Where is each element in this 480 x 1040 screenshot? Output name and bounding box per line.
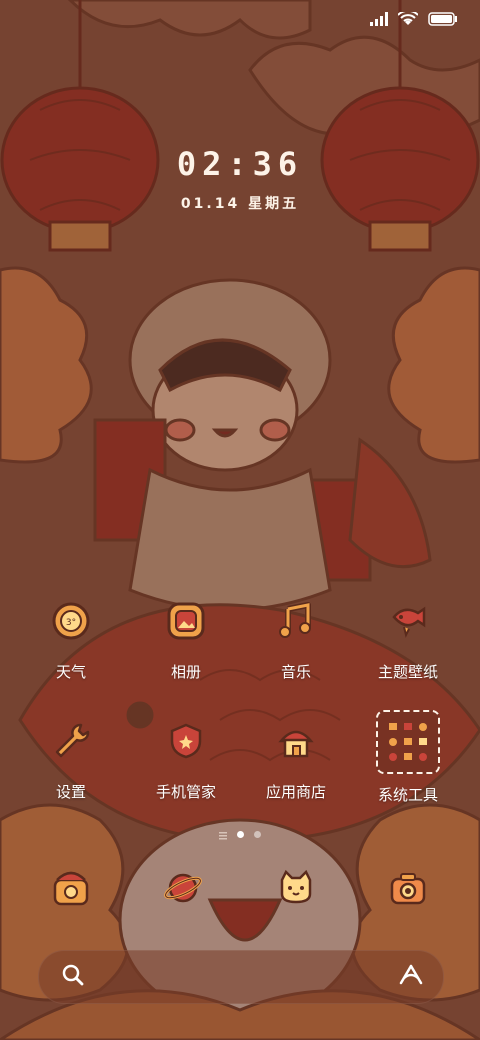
battery-icon: [428, 11, 458, 30]
page-indicator[interactable]: [0, 825, 480, 844]
app-gallery[interactable]: 相册: [131, 597, 241, 682]
search-button[interactable]: [59, 963, 87, 991]
app-weather[interactable]: 3° 天气: [16, 597, 126, 682]
assistant-button[interactable]: [397, 963, 425, 991]
app-label: 主题壁纸: [377, 663, 438, 681]
app-label: 手机管家: [155, 783, 216, 801]
app-label: 应用商店: [265, 783, 326, 801]
phone-icon: [51, 868, 91, 912]
theme-fish-icon: [384, 597, 432, 645]
status-bar: [370, 9, 458, 30]
house-icon: [272, 717, 320, 765]
app-system-tools-folder[interactable]: 系统工具: [353, 710, 463, 805]
dock-phone[interactable]: [47, 866, 95, 914]
app-label: 设置: [55, 783, 86, 801]
page-dot: [254, 831, 261, 838]
app-security[interactable]: 手机管家: [131, 717, 241, 802]
clock-widget[interactable]: 02:36 01.14 星期五: [0, 145, 480, 213]
app-label: 天气: [55, 663, 86, 681]
dock-messages[interactable]: [272, 866, 320, 914]
app-store[interactable]: 应用商店: [241, 717, 351, 802]
clock-time: 02:36: [176, 145, 304, 183]
wifi-icon: [397, 9, 419, 30]
camera-icon: [388, 868, 428, 912]
search-bar[interactable]: [38, 950, 444, 1004]
weather-sun-icon: 3°: [47, 597, 95, 645]
weather-badge: 3°: [66, 618, 76, 628]
signal-bars-icon: [370, 11, 388, 30]
assistant-icon: [398, 963, 424, 991]
page-indicator-list-icon: [219, 825, 227, 844]
app-music[interactable]: 音乐: [241, 597, 351, 682]
app-label: 相册: [170, 663, 201, 681]
search-icon: [61, 963, 85, 991]
app-themes[interactable]: 主题壁纸: [353, 597, 463, 682]
dock-camera[interactable]: [384, 866, 432, 914]
messages-cat-icon: [276, 868, 316, 912]
app-settings[interactable]: 设置: [16, 717, 126, 802]
app-label: 音乐: [280, 663, 311, 681]
clock-date: 01.14 星期五: [180, 196, 300, 212]
shield-icon: [162, 717, 210, 765]
dock-browser[interactable]: [159, 866, 207, 914]
gallery-icon: [162, 597, 210, 645]
app-label: 系统工具: [377, 786, 438, 804]
wrench-icon: [47, 717, 95, 765]
page-dot-active: [237, 831, 244, 838]
folder-icon: [376, 710, 440, 774]
browser-planet-icon: [163, 868, 203, 912]
music-note-icon: [272, 597, 320, 645]
